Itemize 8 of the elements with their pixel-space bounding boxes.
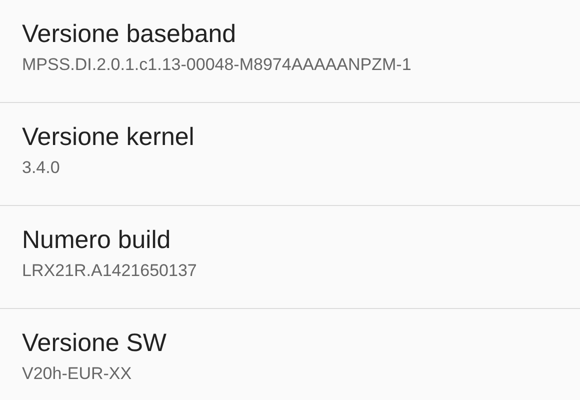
setting-value: 3.4.0 <box>22 157 60 179</box>
setting-title: Versione SW <box>22 328 167 358</box>
setting-value: LRX21R.A1421650137 <box>22 260 197 282</box>
setting-title: Versione baseband <box>22 19 236 49</box>
setting-value: V20h-EUR-XX <box>22 363 132 385</box>
setting-title: Versione kernel <box>22 122 194 152</box>
setting-value: MPSS.DI.2.0.1.c1.13-00048-M8974AAAAANPZM-1 <box>22 54 412 76</box>
setting-title: Numero build <box>22 225 171 255</box>
